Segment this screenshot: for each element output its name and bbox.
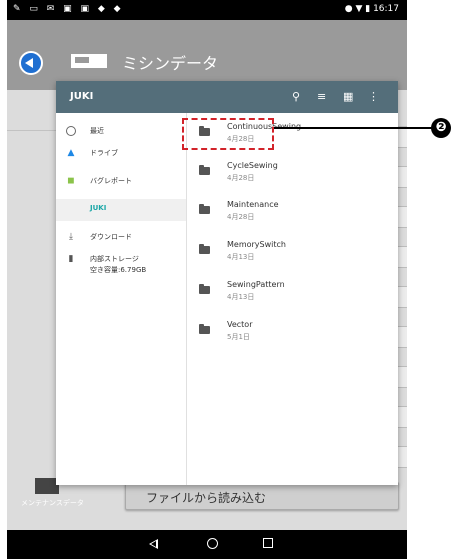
folder-icon [199, 284, 210, 294]
folder-icon [199, 165, 210, 175]
folder-icon [199, 244, 210, 254]
folder-row[interactable]: SewingPattern 4月13日 [187, 273, 398, 309]
folder-row[interactable]: CycleSewing 4月28日 [187, 154, 398, 190]
clock-icon [66, 126, 76, 136]
drawer-item-bugreport[interactable]: ◼ バグレポート [56, 171, 186, 193]
callout-highlight [182, 118, 274, 150]
sort-icon[interactable]: ≡ [317, 90, 326, 103]
status-icons: ✎ ▭ ✉ ▣ ▣ ◆ ◆ [13, 4, 124, 14]
import-from-file-label: ファイルから読み込む [146, 491, 267, 505]
status-time: ● ▼ ▮ 16:17 [344, 4, 399, 14]
nav-home-icon[interactable] [207, 538, 218, 549]
download-icon: ⤓ [69, 232, 73, 242]
folder-row[interactable]: Maintenance 4月28日 [187, 193, 398, 229]
grid-icon[interactable]: ▦ [343, 90, 353, 103]
callout-number-badge: ❷ [431, 118, 451, 138]
file-list: ContinuousSewing 4月28日 CycleSewing 4月28日… [187, 113, 398, 485]
roots-drawer: 最近 ▲ ドライブ ◼ バグレポート JUKI ⤓ ダウンロード ▮ 内部ストレ… [56, 113, 187, 485]
tablet-screen: ✎ ▭ ✉ ▣ ▣ ◆ ◆ ● ▼ ▮ 16:17 ミシンデータ メンテナンスデ… [7, 0, 407, 559]
drawer-item-recent[interactable]: 最近 [56, 121, 186, 143]
more-icon[interactable]: ⋮ [368, 90, 379, 103]
android-icon: ◼ [67, 176, 75, 186]
maintenance-data-label: メンテナンスデータ [21, 499, 84, 507]
storage-icon: ▮ [68, 254, 74, 264]
drawer-item-juki[interactable]: JUKI [56, 199, 186, 221]
nav-recents-icon[interactable] [263, 538, 273, 548]
dialog-header: JUKI ⚲ ≡ ▦ ⋮ [56, 81, 398, 113]
back-button[interactable] [19, 51, 43, 75]
folder-row[interactable]: Vector 5月1日 [187, 313, 398, 349]
folder-icon [199, 324, 210, 334]
search-icon[interactable]: ⚲ [292, 90, 300, 103]
app-bar: ミシンデータ [7, 20, 407, 90]
folder-row[interactable]: MemorySwitch 4月13日 [187, 233, 398, 269]
drive-icon: ▲ [67, 148, 75, 158]
import-from-file-button[interactable]: ファイルから読み込む [125, 482, 399, 510]
page-title: ミシンデータ [122, 54, 219, 73]
sewing-machine-icon [71, 54, 107, 68]
status-bar: ✎ ▭ ✉ ▣ ▣ ◆ ◆ ● ▼ ▮ 16:17 [7, 0, 407, 20]
nav-back-icon[interactable] [149, 539, 158, 549]
drawer-item-downloads[interactable]: ⤓ ダウンロード [56, 227, 186, 249]
folder-icon [199, 204, 210, 214]
drawer-item-internal-storage[interactable]: ▮ 内部ストレージ 空き容量:6.79GB [56, 249, 186, 281]
drawer-item-drive[interactable]: ▲ ドライブ [56, 143, 186, 165]
navigation-bar [7, 530, 407, 559]
dialog-title: JUKI [70, 91, 94, 102]
callout-leader-line [274, 127, 433, 129]
